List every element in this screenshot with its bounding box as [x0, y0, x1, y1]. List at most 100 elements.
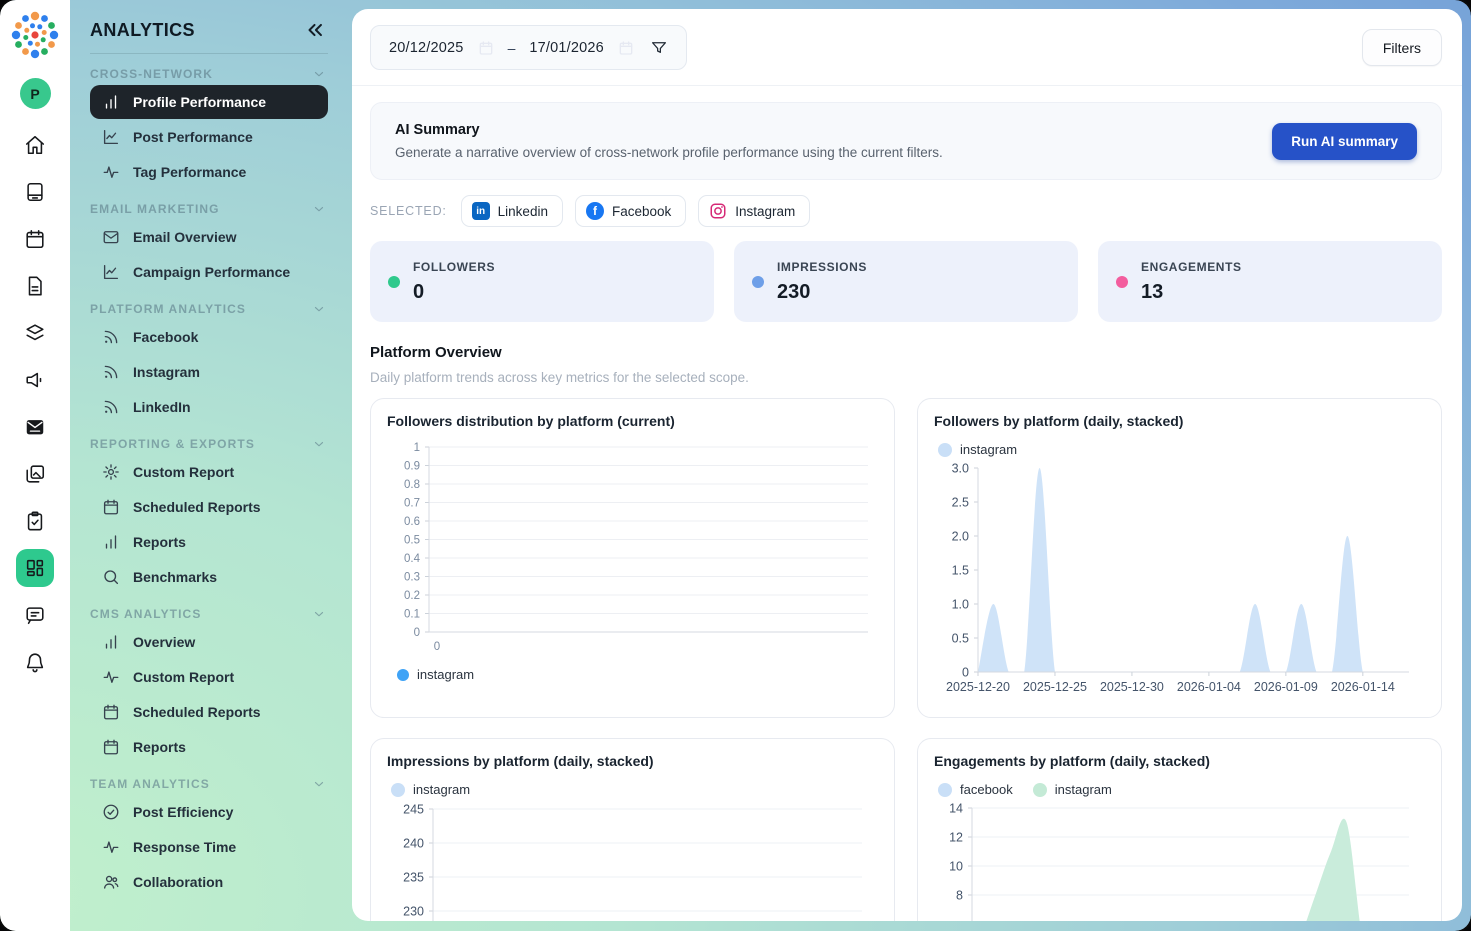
- svg-text:0.1: 0.1: [404, 609, 420, 621]
- calendar-icon: [618, 40, 634, 56]
- svg-text:2025-12-25: 2025-12-25: [1023, 680, 1087, 694]
- chart-title: Followers by platform (daily, stacked): [934, 413, 1425, 429]
- chart-card-engagements-daily: Engagements by platform (daily, stacked)…: [917, 738, 1442, 921]
- chevron-down-icon: [312, 302, 326, 316]
- rail-item-mail[interactable]: [23, 416, 47, 438]
- envelope-icon: [102, 228, 120, 246]
- sidebar-item-label: Response Time: [133, 839, 236, 855]
- network-chip-linkedin[interactable]: inLinkedin: [461, 195, 563, 227]
- svg-text:240: 240: [403, 837, 424, 851]
- calendar-icon: [478, 40, 494, 56]
- sidebar-item-reports[interactable]: Reports: [90, 525, 328, 559]
- svg-text:1: 1: [414, 442, 420, 454]
- sidebar-sections: CROSS-NETWORK Profile Performance Post Per…: [90, 67, 328, 899]
- svg-text:230: 230: [403, 905, 424, 919]
- filters-button[interactable]: Filters: [1362, 29, 1442, 66]
- mail-icon: [24, 416, 46, 438]
- rail-item-document[interactable]: [23, 275, 47, 297]
- rail-item-dashboard-grid[interactable]: [16, 549, 54, 587]
- app-logo-icon[interactable]: [8, 8, 62, 62]
- svg-text:1.0: 1.0: [952, 598, 969, 612]
- sidebar-item-label: Profile Performance: [133, 94, 266, 110]
- sidebar-item-collaboration[interactable]: Collaboration: [90, 865, 328, 899]
- rail-item-calendar[interactable]: [23, 228, 47, 250]
- calendar-icon: [102, 498, 120, 516]
- sidebar-item-overview[interactable]: Overview: [90, 625, 328, 659]
- sidebar-item-label: Overview: [133, 634, 195, 650]
- charts-grid: Followers distribution by platform (curr…: [370, 398, 1442, 921]
- svg-text:2.0: 2.0: [952, 530, 969, 544]
- network-chip-instagram[interactable]: Instagram: [698, 195, 810, 227]
- bar-chart-icon: [102, 633, 120, 651]
- rail-item-layers[interactable]: [23, 322, 47, 344]
- ai-summary-text: AI Summary Generate a narrative overview…: [395, 122, 943, 160]
- clipboard-check-icon: [24, 510, 46, 532]
- sidebar-item-profile-performance[interactable]: Profile Performance: [90, 85, 328, 119]
- legend-item-instagram[interactable]: instagram: [1033, 782, 1112, 797]
- sidebar-item-facebook[interactable]: Facebook: [90, 320, 328, 354]
- sidebar-item-reports[interactable]: Reports: [90, 730, 328, 764]
- svg-text:0.5: 0.5: [404, 535, 420, 547]
- home-icon: [24, 134, 46, 156]
- legend-item-facebook[interactable]: facebook: [938, 782, 1013, 797]
- svg-text:0.9: 0.9: [404, 461, 420, 473]
- legend-item-instagram[interactable]: instagram: [391, 782, 470, 797]
- avatar[interactable]: P: [20, 78, 51, 109]
- sidebar-section-cross-network[interactable]: CROSS-NETWORK: [90, 67, 326, 81]
- users-icon: [102, 873, 120, 891]
- sidebar-item-post-efficiency[interactable]: Post Efficiency: [90, 795, 328, 829]
- check-circle-icon: [102, 803, 120, 821]
- sidebar-section-team-analytics[interactable]: TEAM ANALYTICS: [90, 777, 326, 791]
- sidebar-item-response-time[interactable]: Response Time: [90, 830, 328, 864]
- sidebar-item-email-overview[interactable]: Email Overview: [90, 220, 328, 254]
- chart-legend: facebook instagram: [938, 782, 1425, 797]
- sidebar-item-tag-performance[interactable]: Tag Performance: [90, 155, 328, 189]
- rail-item-bell[interactable]: [23, 651, 47, 673]
- funnel-icon[interactable]: [650, 39, 668, 57]
- sidebar-section-email-marketing[interactable]: EMAIL MARKETING: [90, 202, 326, 216]
- svg-text:2026-01-04: 2026-01-04: [1177, 680, 1241, 694]
- start-date-field[interactable]: 20/12/2025: [389, 40, 464, 56]
- svg-text:0.5: 0.5: [952, 632, 969, 646]
- sidebar-item-benchmarks[interactable]: Benchmarks: [90, 560, 328, 594]
- sidebar-section-label: CMS ANALYTICS: [90, 607, 201, 621]
- sidebar-item-custom-report[interactable]: Custom Report: [90, 455, 328, 489]
- rail-item-home[interactable]: [23, 134, 47, 156]
- date-range-picker[interactable]: 20/12/2025 – 17/01/2026: [370, 25, 687, 70]
- sidebar-item-custom-report[interactable]: Custom Report: [90, 660, 328, 694]
- sidebar-item-label: Collaboration: [133, 874, 223, 890]
- sidebar-item-linkedin[interactable]: LinkedIn: [90, 390, 328, 424]
- rail-item-chat[interactable]: [23, 604, 47, 626]
- rail-item-clipboard-check[interactable]: [23, 510, 47, 532]
- sidebar-item-campaign-performance[interactable]: Campaign Performance: [90, 255, 328, 289]
- rail-item-gallery[interactable]: [23, 463, 47, 485]
- run-ai-summary-button[interactable]: Run AI summary: [1272, 123, 1417, 160]
- calendar-icon: [478, 40, 494, 56]
- svg-text:2.5: 2.5: [952, 496, 969, 510]
- sidebar-item-instagram[interactable]: Instagram: [90, 355, 328, 389]
- chevron-down-icon: [312, 67, 326, 81]
- bar-chart-icon: [102, 93, 120, 111]
- collapse-sidebar-icon[interactable]: [304, 19, 326, 41]
- legend-item-instagram[interactable]: instagram: [397, 667, 474, 682]
- legend-item-instagram[interactable]: instagram: [938, 442, 1017, 457]
- sidebar-section-cms-analytics[interactable]: CMS ANALYTICS: [90, 607, 326, 621]
- chart-legend: instagram: [938, 442, 1425, 457]
- sidebar-section-platform-analytics[interactable]: PLATFORM ANALYTICS: [90, 302, 326, 316]
- network-chip-label: Instagram: [735, 204, 795, 219]
- end-date-field[interactable]: 17/01/2026: [529, 40, 604, 56]
- sidebar-item-scheduled-reports[interactable]: Scheduled Reports: [90, 490, 328, 524]
- network-chip-facebook[interactable]: fFacebook: [575, 195, 686, 227]
- rail-item-reader[interactable]: [23, 181, 47, 203]
- sidebar-section-reporting-exports[interactable]: REPORTING & EXPORTS: [90, 437, 326, 451]
- sidebar-item-post-performance[interactable]: Post Performance: [90, 120, 328, 154]
- sidebar-section-label: REPORTING & EXPORTS: [90, 437, 255, 451]
- rail-item-megaphone[interactable]: [23, 369, 47, 391]
- svg-text:0.2: 0.2: [404, 590, 420, 602]
- chevron-down-icon: [312, 202, 326, 216]
- calendar-icon: [24, 228, 46, 250]
- sidebar-item-scheduled-reports[interactable]: Scheduled Reports: [90, 695, 328, 729]
- svg-text:0.7: 0.7: [404, 498, 420, 510]
- svg-text:0: 0: [962, 666, 969, 680]
- sidebar-header: ANALYTICS: [90, 15, 328, 54]
